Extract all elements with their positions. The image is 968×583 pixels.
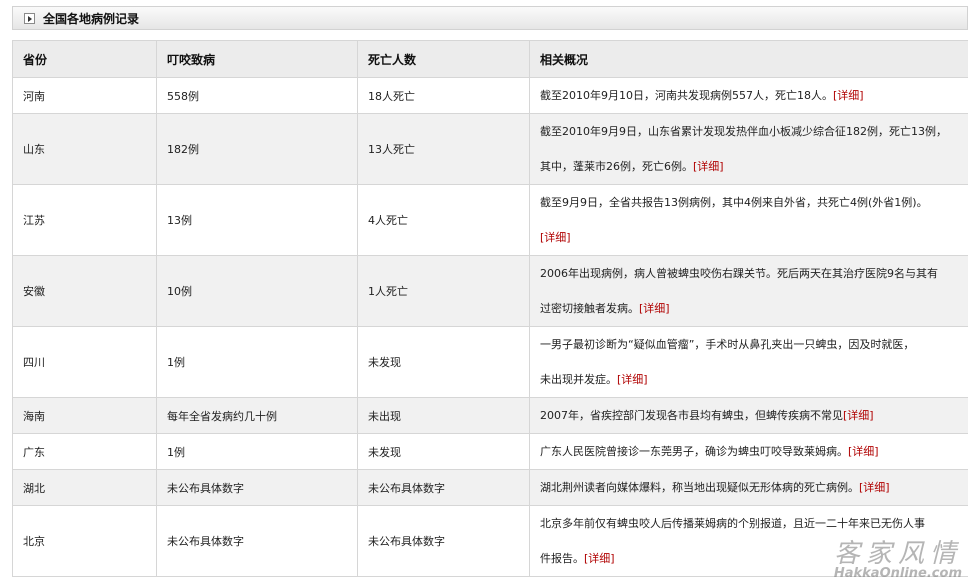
summary-line: 2006年出现病例，病人曾被蜱虫咬伤右踝关节。死后两天在其治疗医院9名与其有 xyxy=(540,267,938,280)
summary-line: 其中，蓬莱市26例，死亡6例。 xyxy=(540,160,693,173)
cell-deaths: 13人死亡 xyxy=(357,113,530,185)
cell-deaths: 未发现 xyxy=(357,433,530,470)
cell-deaths: 18人死亡 xyxy=(357,77,530,114)
cell-summary: 截至2010年9月9日，山东省累计发现发热伴血小板减少综合征182例，死亡13例… xyxy=(529,113,968,185)
cell-cases: 未公布具体数字 xyxy=(156,505,358,577)
summary-line: 截至2010年9月10日，河南共发现病例557人，死亡18人。 xyxy=(540,89,833,102)
detail-link[interactable]: [详细] xyxy=(843,409,874,422)
cell-province: 江苏 xyxy=(12,184,157,256)
cell-province: 河南 xyxy=(12,77,157,114)
summary-line: 未出现并发症。 xyxy=(540,373,617,386)
detail-link[interactable]: [详细] xyxy=(584,552,615,565)
summary-line: 北京多年前仅有蜱虫咬人后传播莱姆病的个别报道，且近一二十年来已无伤人事 xyxy=(540,517,925,530)
cell-cases: 10例 xyxy=(156,255,358,327)
table-row: 河南 558例 18人死亡 截至2010年9月10日，河南共发现病例557人，死亡18… xyxy=(12,77,968,114)
cell-deaths: 4人死亡 xyxy=(357,184,530,256)
section-header: 全国各地病例记录 xyxy=(12,6,968,30)
summary-line: 湖北荆州读者向媒体爆料，称当地出现疑似无形体病的死亡病例。 xyxy=(540,481,859,494)
table-row: 北京 未公布具体数字 未公布具体数字 北京多年前仅有蜱虫咬人后传播莱姆病的个别报道，且… xyxy=(12,505,968,577)
cell-cases: 1例 xyxy=(156,326,358,398)
cell-summary: 2007年，省疾控部门发现各市县均有蜱虫，但蜱传疾病不常见[详细] xyxy=(529,397,968,434)
detail-link[interactable]: [详细] xyxy=(639,302,670,315)
detail-link[interactable]: [详细] xyxy=(693,160,724,173)
expand-toggle-icon[interactable] xyxy=(24,12,35,24)
detail-link[interactable]: [详细] xyxy=(617,373,648,386)
cell-deaths: 未公布具体数字 xyxy=(357,469,530,506)
cell-summary: 截至9月9日，全省共报告13例病例，其中4例来自外省，共死亡4例(外省1例)。 [… xyxy=(529,184,968,256)
detail-link[interactable]: [详细] xyxy=(859,481,890,494)
cell-province: 四川 xyxy=(12,326,157,398)
cell-deaths: 1人死亡 xyxy=(357,255,530,327)
summary-line: 2007年，省疾控部门发现各市县均有蜱虫，但蜱传疾病不常见 xyxy=(540,409,843,422)
summary-line: 过密切接触者发病。 xyxy=(540,302,639,315)
detail-link[interactable]: [详细] xyxy=(848,445,879,458)
detail-link[interactable]: [详细] xyxy=(833,89,864,102)
case-records-table: 省份 叮咬致病 死亡人数 相关概况 河南 558例 18人死亡 截至2010年9月10… xyxy=(12,40,968,577)
summary-line: 广东人民医院曾接诊一东莞男子，确诊为蜱虫叮咬导致莱姆病。 xyxy=(540,445,848,458)
summary-line: 截至2010年9月9日，山东省累计发现发热伴血小板减少综合征182例，死亡13例… xyxy=(540,125,947,138)
cell-deaths: 未公布具体数字 xyxy=(357,505,530,577)
cell-summary: 北京多年前仅有蜱虫咬人后传播莱姆病的个别报道，且近一二十年来已无伤人事 件报告。[… xyxy=(529,505,968,577)
cell-province: 海南 xyxy=(12,397,157,434)
cell-cases: 每年全省发病约几十例 xyxy=(156,397,358,434)
table-row: 江苏 13例 4人死亡 截至9月9日，全省共报告13例病例，其中4例来自外省，共死亡4… xyxy=(12,184,968,256)
table-row: 山东 182例 13人死亡 截至2010年9月9日，山东省累计发现发热伴血小板减少综合… xyxy=(12,113,968,185)
table-row: 湖北 未公布具体数字 未公布具体数字 湖北荆州读者向媒体爆料，称当地出现疑似无形体病的… xyxy=(12,469,968,506)
summary-line: 一男子最初诊断为“疑似血管瘤”，手术时从鼻孔夹出一只蜱虫，因及时就医， xyxy=(540,338,915,351)
table-row: 四川 1例 未发现 一男子最初诊断为“疑似血管瘤”，手术时从鼻孔夹出一只蜱虫，因及时就… xyxy=(12,326,968,398)
table-header-row: 省份 叮咬致病 死亡人数 相关概况 xyxy=(12,40,968,78)
cell-summary: 截至2010年9月10日，河南共发现病例557人，死亡18人。[详细] xyxy=(529,77,968,114)
cell-province: 北京 xyxy=(12,505,157,577)
summary-line: 件报告。 xyxy=(540,552,584,565)
detail-link[interactable]: [详细] xyxy=(540,231,571,244)
header-deaths: 死亡人数 xyxy=(357,40,530,78)
section-title: 全国各地病例记录 xyxy=(43,11,140,26)
table-row: 广东 1例 未发现 广东人民医院曾接诊一东莞男子，确诊为蜱虫叮咬导致莱姆病。[详细] xyxy=(12,433,968,470)
cell-deaths: 未出现 xyxy=(357,397,530,434)
table-body: 河南 558例 18人死亡 截至2010年9月10日，河南共发现病例557人，死亡18… xyxy=(12,77,968,577)
cell-province: 安徽 xyxy=(12,255,157,327)
table-row: 海南 每年全省发病约几十例 未出现 2007年，省疾控部门发现各市县均有蜱虫，但蜱传疾… xyxy=(12,397,968,434)
header-cases: 叮咬致病 xyxy=(156,40,358,78)
cell-province: 山东 xyxy=(12,113,157,185)
cell-cases: 558例 xyxy=(156,77,358,114)
cell-deaths: 未发现 xyxy=(357,326,530,398)
header-summary: 相关概况 xyxy=(529,40,968,78)
cell-province: 湖北 xyxy=(12,469,157,506)
cell-cases: 未公布具体数字 xyxy=(156,469,358,506)
table-row: 安徽 10例 1人死亡 2006年出现病例，病人曾被蜱虫咬伤右踝关节。死后两天在其治疗… xyxy=(12,255,968,327)
cell-summary: 2006年出现病例，病人曾被蜱虫咬伤右踝关节。死后两天在其治疗医院9名与其有 过密… xyxy=(529,255,968,327)
cell-summary: 一男子最初诊断为“疑似血管瘤”，手术时从鼻孔夹出一只蜱虫，因及时就医， 未出现并发… xyxy=(529,326,968,398)
summary-line: 截至9月9日，全省共报告13例病例，其中4例来自外省，共死亡4例(外省1例)。 xyxy=(540,196,928,209)
cell-cases: 13例 xyxy=(156,184,358,256)
cell-summary: 广东人民医院曾接诊一东莞男子，确诊为蜱虫叮咬导致莱姆病。[详细] xyxy=(529,433,968,470)
cell-province: 广东 xyxy=(12,433,157,470)
cell-cases: 1例 xyxy=(156,433,358,470)
cell-cases: 182例 xyxy=(156,113,358,185)
header-province: 省份 xyxy=(12,40,157,78)
cell-summary: 湖北荆州读者向媒体爆料，称当地出现疑似无形体病的死亡病例。[详细] xyxy=(529,469,968,506)
